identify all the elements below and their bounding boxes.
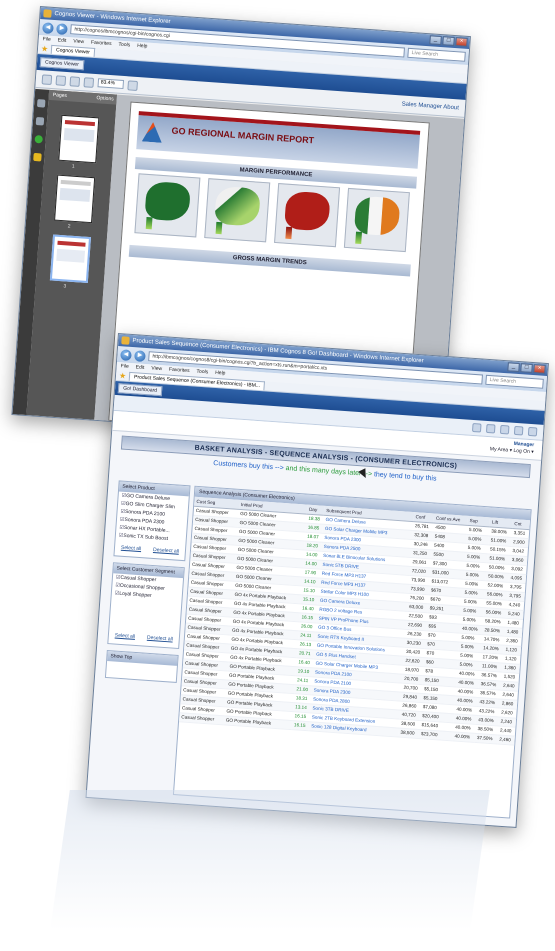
composite-screenshot: Cognos Viewer - Windows Internet Explore…	[0, 0, 555, 951]
minimize-button[interactable]: _	[507, 362, 520, 373]
table-cell: 2,460	[497, 734, 515, 745]
favorites-star-icon[interactable]: ★	[119, 371, 127, 380]
sequence-grid: Sequence Analysis (Consumer Electronics)…	[172, 485, 532, 819]
map-legend	[355, 231, 363, 244]
pages-label: Pages	[52, 92, 68, 100]
close-button[interactable]: ×	[533, 364, 546, 374]
thumb-content	[56, 248, 86, 263]
data-table: Cust Seg Initial Prod Day Subsequent Pro…	[179, 496, 530, 745]
dashboard-window: Product Sales Sequence (Consumer Electro…	[85, 333, 549, 828]
thumb-content	[59, 187, 91, 202]
page-number: 2	[67, 223, 71, 230]
map-region	[144, 180, 191, 222]
thumb-header-bar	[57, 240, 86, 247]
menu-help[interactable]: Help	[137, 42, 148, 52]
map-region	[353, 195, 401, 237]
panel-spacer	[109, 597, 181, 632]
browser-icon	[43, 9, 52, 18]
tools-menu-icon[interactable]	[527, 426, 538, 437]
window-reflection	[50, 790, 490, 930]
dashboard-label: Go! Dashboard	[117, 383, 163, 397]
fit-page-icon[interactable]	[127, 79, 139, 91]
forward-arrow-icon[interactable]: ▶	[56, 22, 68, 35]
map-legend	[145, 216, 153, 230]
back-arrow-icon[interactable]: ◀	[42, 21, 54, 34]
page-number: 1	[71, 163, 75, 170]
search-input[interactable]: Live Search	[485, 374, 544, 389]
table-cell: 38,500	[398, 727, 420, 738]
map-region	[284, 190, 331, 232]
product-filter-panel: Select Product GO Camera Deluxe GO Slim …	[113, 480, 191, 562]
subtitle-part-1: Customers buy this -->	[213, 459, 286, 473]
table-cell: Casual Shopper	[179, 712, 225, 725]
company-logo	[142, 121, 163, 142]
segment-filter-panel: Select Customer Segment Casual Shopper O…	[107, 562, 185, 650]
next-page-icon[interactable]	[83, 76, 95, 88]
user-links[interactable]: Sales Manager About	[401, 101, 459, 111]
page-thumbnail[interactable]	[58, 114, 100, 164]
back-arrow-icon[interactable]: ◀	[120, 348, 132, 361]
favorites-star-icon[interactable]: ★	[41, 44, 49, 53]
pages-icon[interactable]	[36, 99, 46, 108]
ribbon-label: Cognos Viewer	[39, 57, 85, 71]
map-legend	[215, 221, 223, 235]
page-thumbnail-selected[interactable]	[49, 234, 92, 284]
menu-tools[interactable]: Tools	[118, 41, 130, 51]
feeds-icon[interactable]	[485, 423, 496, 434]
subtitle-part-3: they tend to buy this	[373, 471, 437, 483]
table-cell: 37.50%	[474, 732, 498, 744]
map-legend	[285, 226, 293, 240]
select-all-link[interactable]: Select all	[121, 545, 142, 552]
window-controls: _ □ ×	[507, 362, 546, 374]
window-controls: _ □ ×	[429, 35, 468, 47]
options-menu[interactable]: Options	[96, 93, 114, 104]
browser-icon	[121, 336, 130, 345]
report-title: GO REGIONAL MARGIN REPORT	[171, 125, 315, 146]
page-menu-icon[interactable]	[513, 425, 524, 436]
status-ok-icon[interactable]	[34, 134, 43, 144]
thumb-header-bar	[64, 120, 96, 127]
table-cell: 16.15	[291, 720, 310, 731]
user-area: Manager My Area ▾ Log On ▾	[490, 439, 535, 456]
map-asia	[274, 183, 341, 248]
comment-icon[interactable]	[33, 152, 42, 162]
forward-arrow-icon[interactable]: ▶	[134, 349, 146, 362]
maximize-button[interactable]: □	[442, 36, 455, 46]
map-europe	[204, 178, 271, 243]
map-australia	[343, 187, 410, 253]
table-body: Casual Shopper GO 5000 Cleaner 18.38 GO Cam…	[179, 505, 530, 745]
close-button[interactable]: ×	[455, 37, 468, 47]
page-number: 3	[63, 283, 67, 290]
home-icon[interactable]	[471, 422, 482, 433]
save-icon[interactable]	[41, 73, 53, 85]
minimize-button[interactable]: _	[429, 35, 442, 46]
deselect-all-link[interactable]: Deselect all	[153, 547, 179, 555]
table-cell: $23,700	[418, 728, 453, 741]
table-cell: 40.00%	[452, 731, 476, 742]
prev-page-icon[interactable]	[69, 75, 81, 87]
select-all-link[interactable]: Select all	[115, 633, 136, 640]
print-icon[interactable]	[499, 424, 510, 435]
search-input[interactable]: Live Search	[407, 47, 466, 62]
attachment-icon[interactable]	[35, 117, 45, 126]
map-north-america	[134, 173, 201, 238]
page-thumbnail[interactable]	[54, 174, 96, 224]
zoom-field[interactable]: 83.4%	[97, 78, 125, 90]
print-icon[interactable]	[55, 74, 67, 86]
top-n-panel: Show Top	[104, 649, 179, 683]
thumb-header-bar	[60, 179, 91, 186]
map-region	[214, 185, 261, 227]
deselect-all-link[interactable]: Deselect all	[147, 635, 173, 643]
thumb-content	[63, 128, 95, 143]
maximize-button[interactable]: □	[520, 363, 533, 373]
